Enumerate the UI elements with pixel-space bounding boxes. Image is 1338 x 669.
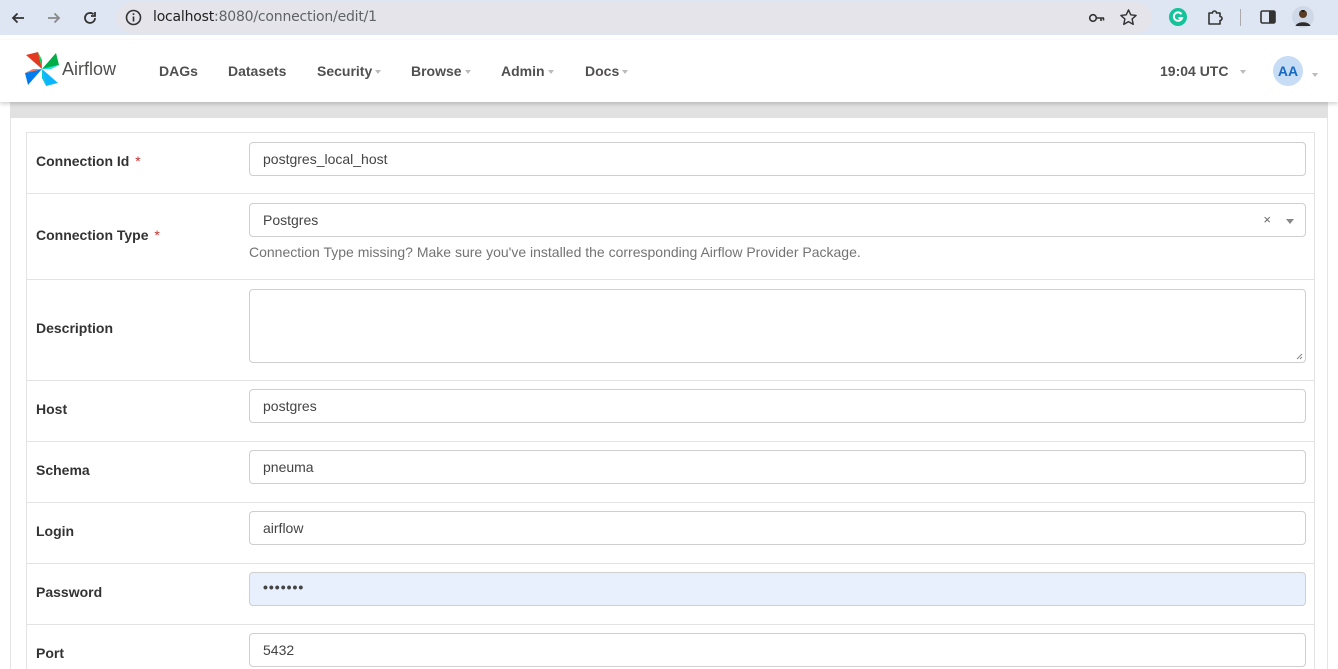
nav-admin-label: Admin [501,63,545,79]
description-textarea[interactable] [249,289,1306,363]
dropdown-caret-icon [547,70,554,74]
connection-edit-form: Connection Id * postgres_local_host Conn… [26,132,1315,669]
nav-dags[interactable]: DAGs [159,63,198,79]
nav-admin[interactable]: Admin [501,63,554,79]
nav-docs[interactable]: Docs [585,63,629,79]
conn-type-value: Postgres [263,212,319,228]
address-bar[interactable]: localhost:8080/connection/edit/1 [116,2,1152,33]
conn-type-select[interactable]: Postgres × [249,203,1306,237]
page-header-strip [10,102,1328,118]
extensions-puzzle-icon[interactable] [1204,6,1226,28]
schema-input[interactable]: pneuma [249,450,1306,484]
nav-dags-label: DAGs [159,63,198,79]
dropdown-caret-icon [464,70,471,74]
user-avatar[interactable]: AA [1273,56,1303,86]
nav-docs-label: Docs [585,63,620,79]
form-row-conn-id: Connection Id * postgres_local_host [27,133,1314,194]
nav-datasets-label: Datasets [228,63,287,79]
form-row-password: Password ••••••• [27,564,1314,625]
form-row-login: Login airflow [27,503,1314,564]
form-row-schema: Schema pneuma [27,442,1314,503]
nav-datasets[interactable]: Datasets [228,63,286,79]
schema-label: Schema [36,462,90,478]
nav-browse[interactable]: Browse [411,63,471,79]
conn-type-label-text: Connection Type [36,227,149,243]
profile-photo-icon[interactable] [1292,6,1314,28]
required-asterisk: * [154,227,160,243]
grammarly-extension-icon[interactable] [1167,6,1189,28]
dropdown-caret-icon [622,70,629,74]
form-row-conn-type: Connection Type * Postgres × Connection … [27,194,1314,280]
toolbar-divider [1240,9,1241,26]
nav-security-label: Security [317,63,373,79]
brand-name[interactable]: Airflow [62,59,116,80]
login-input[interactable]: airflow [249,511,1306,545]
form-row-port: Port 5432 [27,625,1314,669]
description-label: Description [36,320,114,336]
host-input[interactable]: postgres [249,389,1306,423]
url-host: localhost [153,9,215,25]
login-label: Login [36,523,75,539]
form-row-host: Host postgres [27,381,1314,442]
timezone-clock[interactable]: 19:04 UTC [1160,63,1247,79]
resize-grip-icon[interactable] [1295,352,1303,360]
forward-arrow-icon[interactable] [42,6,66,30]
dropdown-caret-icon [1240,70,1247,74]
side-panel-icon[interactable] [1257,6,1279,28]
bookmark-star-icon[interactable] [1119,8,1138,27]
airflow-pinwheel-logo[interactable] [23,50,61,88]
conn-id-label: Connection Id * [36,153,141,169]
port-input[interactable]: 5432 [249,633,1306,667]
conn-type-help-text: Connection Type missing? Make sure you'v… [249,244,861,260]
browser-toolbar: localhost:8080/connection/edit/1 [0,0,1338,35]
back-arrow-icon[interactable] [6,6,30,30]
conn-id-input[interactable]: postgres_local_host [249,142,1306,176]
form-row-description: Description [27,280,1314,381]
password-label: Password [36,584,103,600]
password-input[interactable]: ••••••• [249,572,1306,606]
conn-type-label: Connection Type * [36,227,160,243]
url-text: localhost:8080/connection/edit/1 [153,9,377,25]
user-menu-caret-icon[interactable] [1312,73,1318,77]
nav-browse-label: Browse [411,63,462,79]
conn-id-label-text: Connection Id [36,153,130,169]
port-label: Port [36,645,64,661]
clock-label: 19:04 UTC [1160,63,1229,79]
host-label: Host [36,401,68,417]
app-navbar: Airflow DAGs Datasets Security Browse Ad… [0,40,1338,102]
reload-icon[interactable] [78,6,102,30]
required-asterisk: * [135,153,141,169]
nav-security[interactable]: Security [317,63,382,79]
select-chevron-down-icon[interactable] [1286,219,1294,224]
clear-selection-icon[interactable]: × [1263,212,1271,227]
password-key-icon[interactable] [1088,9,1106,27]
site-info-icon[interactable] [125,9,142,26]
url-path: :8080/connection/edit/1 [214,9,377,25]
dropdown-caret-icon [375,70,382,74]
